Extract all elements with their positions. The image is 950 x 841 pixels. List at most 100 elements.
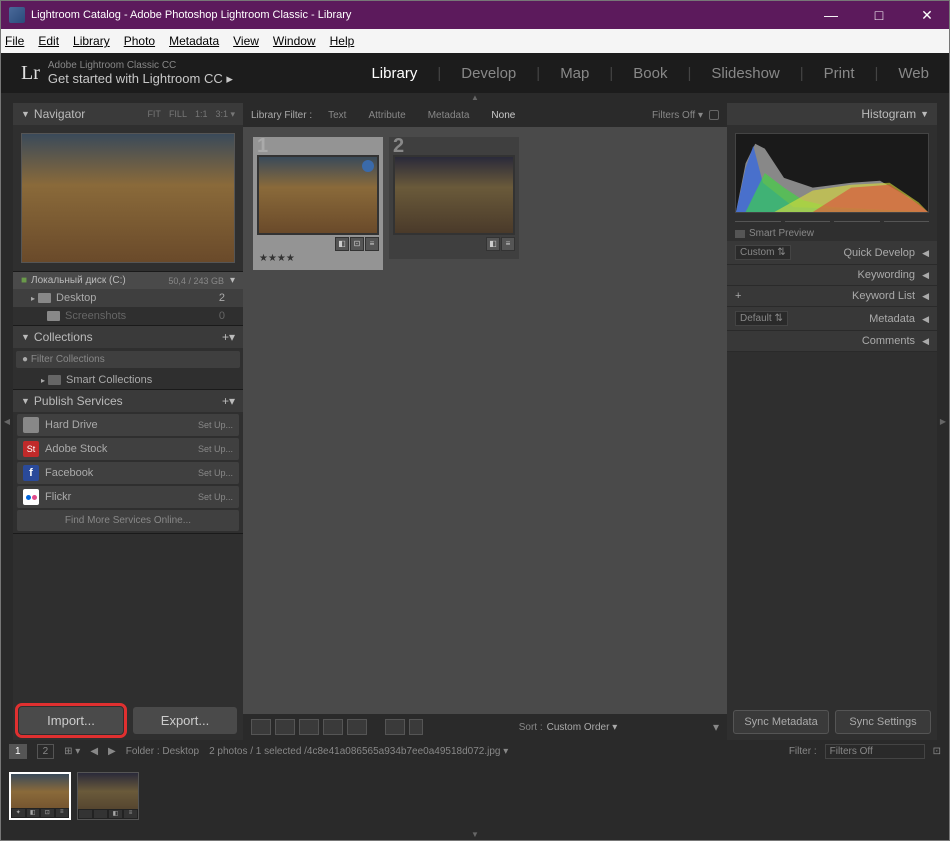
comments-header[interactable]: Comments ◀ (727, 331, 937, 352)
painter-icon[interactable] (385, 719, 405, 735)
filmstrip-thumb-2[interactable]: ◧≡ (77, 772, 139, 820)
menu-view[interactable]: View (233, 34, 259, 48)
minimize-button[interactable]: — (817, 7, 845, 24)
folder-screenshots[interactable]: Screenshots 0 (13, 307, 243, 325)
filters-off[interactable]: Filters Off ▾ (652, 110, 703, 121)
collections-header[interactable]: ▼Collections +▾ (13, 326, 243, 348)
find-more-services[interactable]: Find More Services Online... (17, 510, 239, 531)
filter-none[interactable]: None (485, 108, 521, 123)
navigator-preview[interactable] (21, 133, 235, 263)
histogram-header[interactable]: Histogram▼ (727, 103, 937, 125)
source-1[interactable]: 1 (9, 744, 27, 759)
add-publish-icon[interactable]: +▾ (222, 394, 235, 408)
module-library[interactable]: Library (371, 65, 417, 82)
sort-dropdown[interactable]: Custom Order ▾ (547, 722, 618, 733)
bottom-collapse[interactable]: ▼ (1, 830, 949, 840)
compare-view-icon[interactable] (299, 719, 319, 735)
nav-zoom[interactable]: 3:1 ▾ (215, 109, 235, 120)
menu-file[interactable]: File (5, 34, 24, 48)
badge-icon[interactable]: ≡ (365, 237, 379, 251)
center-panel: Library Filter : Text Attribute Metadata… (243, 103, 727, 740)
nav-fill[interactable]: FILL (169, 109, 187, 120)
folder-icon (47, 311, 60, 321)
nav-1to1[interactable]: 1:1 (195, 109, 208, 120)
survey-view-icon[interactable] (323, 719, 343, 735)
grid-view[interactable]: 1 ◧⊡≡ ★★★★ 2 ◧≡ (243, 127, 727, 714)
rating-stars[interactable]: ★★★★ (257, 251, 379, 266)
library-filter-bar: Library Filter : Text Attribute Metadata… (243, 103, 727, 127)
filter-preset-dropdown[interactable]: Filters Off (825, 744, 925, 759)
source-2[interactable]: 2 (37, 744, 55, 759)
qd-preset-dropdown[interactable]: Custom ⇅ (735, 245, 791, 260)
loupe-view-icon[interactable] (275, 719, 295, 735)
menu-library[interactable]: Library (73, 34, 110, 48)
nav-forward-icon[interactable]: ▶ (108, 746, 116, 757)
metadata-preset-dropdown[interactable]: Default ⇅ (735, 311, 788, 326)
badge-icon[interactable]: ◧ (335, 237, 349, 251)
sync-metadata-button[interactable]: Sync Metadata (733, 710, 829, 734)
menu-help[interactable]: Help (330, 34, 355, 48)
menu-metadata[interactable]: Metadata (169, 34, 219, 48)
navigator-header[interactable]: ▼Navigator FIT FILL 1:1 3:1 ▾ (13, 103, 243, 125)
publish-header[interactable]: ▼Publish Services +▾ (13, 390, 243, 412)
menu-window[interactable]: Window (273, 34, 316, 48)
folder-desktop[interactable]: ▸ Desktop 2 (13, 289, 243, 307)
rating-stars[interactable] (393, 251, 515, 255)
publish-adobestock[interactable]: St Adobe StockSet Up... (17, 438, 239, 460)
lock-icon[interactable] (709, 110, 719, 120)
tagline[interactable]: Get started with Lightroom CC ▸ (48, 71, 233, 87)
metadata-header[interactable]: Default ⇅ Metadata ◀ (727, 307, 937, 331)
sync-settings-button[interactable]: Sync Settings (835, 710, 931, 734)
right-collapse[interactable]: ▶ (937, 103, 949, 740)
histogram[interactable] (735, 133, 929, 213)
disk-header[interactable]: ■ Локальный диск (C:) 50,4 / 243 GB ▾ (13, 272, 243, 289)
left-collapse[interactable]: ◀ (1, 103, 13, 740)
filmstrip[interactable]: ✦◧⊡≡ ◧≡ (1, 762, 949, 830)
filter-lock-icon[interactable]: ⊡ (933, 746, 941, 757)
filter-text[interactable]: Text (322, 108, 352, 123)
thumbnail-2[interactable]: 2 ◧≡ (389, 137, 519, 259)
people-view-icon[interactable] (347, 719, 367, 735)
keywording-header[interactable]: Keywording ◀ (727, 265, 937, 286)
menu-edit[interactable]: Edit (38, 34, 59, 48)
sort-direction-icon[interactable] (409, 719, 423, 735)
toolbar-toggle[interactable]: ▾ (713, 720, 719, 734)
export-button[interactable]: Export... (133, 707, 237, 734)
badge-icon[interactable]: ≡ (501, 237, 515, 251)
filter-attribute[interactable]: Attribute (362, 108, 411, 123)
titlebar[interactable]: Lightroom Catalog - Adobe Photoshop Ligh… (1, 1, 949, 29)
module-web[interactable]: Web (898, 65, 929, 82)
add-keyword-icon[interactable]: + (735, 290, 741, 302)
menu-photo[interactable]: Photo (124, 34, 155, 48)
module-develop[interactable]: Develop (461, 65, 516, 82)
left-panel: ▼Navigator FIT FILL 1:1 3:1 ▾ ■ Локальны… (13, 103, 243, 740)
publish-harddrive[interactable]: Hard DriveSet Up... (17, 414, 239, 436)
nav-back-icon[interactable]: ◀ (90, 746, 98, 757)
thumb-image (393, 155, 515, 235)
module-map[interactable]: Map (560, 65, 589, 82)
filter-metadata[interactable]: Metadata (422, 108, 476, 123)
filter-collections-input[interactable]: ● Filter Collections (16, 351, 240, 368)
quick-develop-header[interactable]: Custom ⇅ Quick Develop ◀ (727, 241, 937, 265)
publish-flickr[interactable]: FlickrSet Up... (17, 486, 239, 508)
publish-facebook[interactable]: f FacebookSet Up... (17, 462, 239, 484)
maximize-button[interactable]: □ (865, 7, 893, 24)
badge-icon[interactable]: ⊡ (350, 237, 364, 251)
thumbnail-1[interactable]: 1 ◧⊡≡ ★★★★ (253, 137, 383, 270)
folder-path[interactable]: Folder : Desktop (126, 746, 199, 757)
top-collapse[interactable]: ▲ (1, 93, 949, 103)
grid-view-icon[interactable] (251, 719, 271, 735)
badge-icon[interactable]: ◧ (486, 237, 500, 251)
add-collection-icon[interactable]: +▾ (222, 330, 235, 344)
right-panel: Histogram▼ Smart Preview (727, 103, 937, 740)
filmstrip-thumb-1[interactable]: ✦◧⊡≡ (9, 772, 71, 820)
smart-collections[interactable]: ▸ Smart Collections (13, 371, 243, 389)
keyword-list-header[interactable]: +Keyword List ◀ (727, 286, 937, 307)
nav-fit[interactable]: FIT (147, 109, 161, 120)
module-slideshow[interactable]: Slideshow (711, 65, 779, 82)
close-button[interactable]: ✕ (913, 7, 941, 24)
module-book[interactable]: Book (633, 65, 667, 82)
module-print[interactable]: Print (824, 65, 855, 82)
grid-toggle-icon[interactable]: ⊞ ▾ (64, 746, 80, 757)
import-button[interactable]: Import... (19, 707, 123, 734)
